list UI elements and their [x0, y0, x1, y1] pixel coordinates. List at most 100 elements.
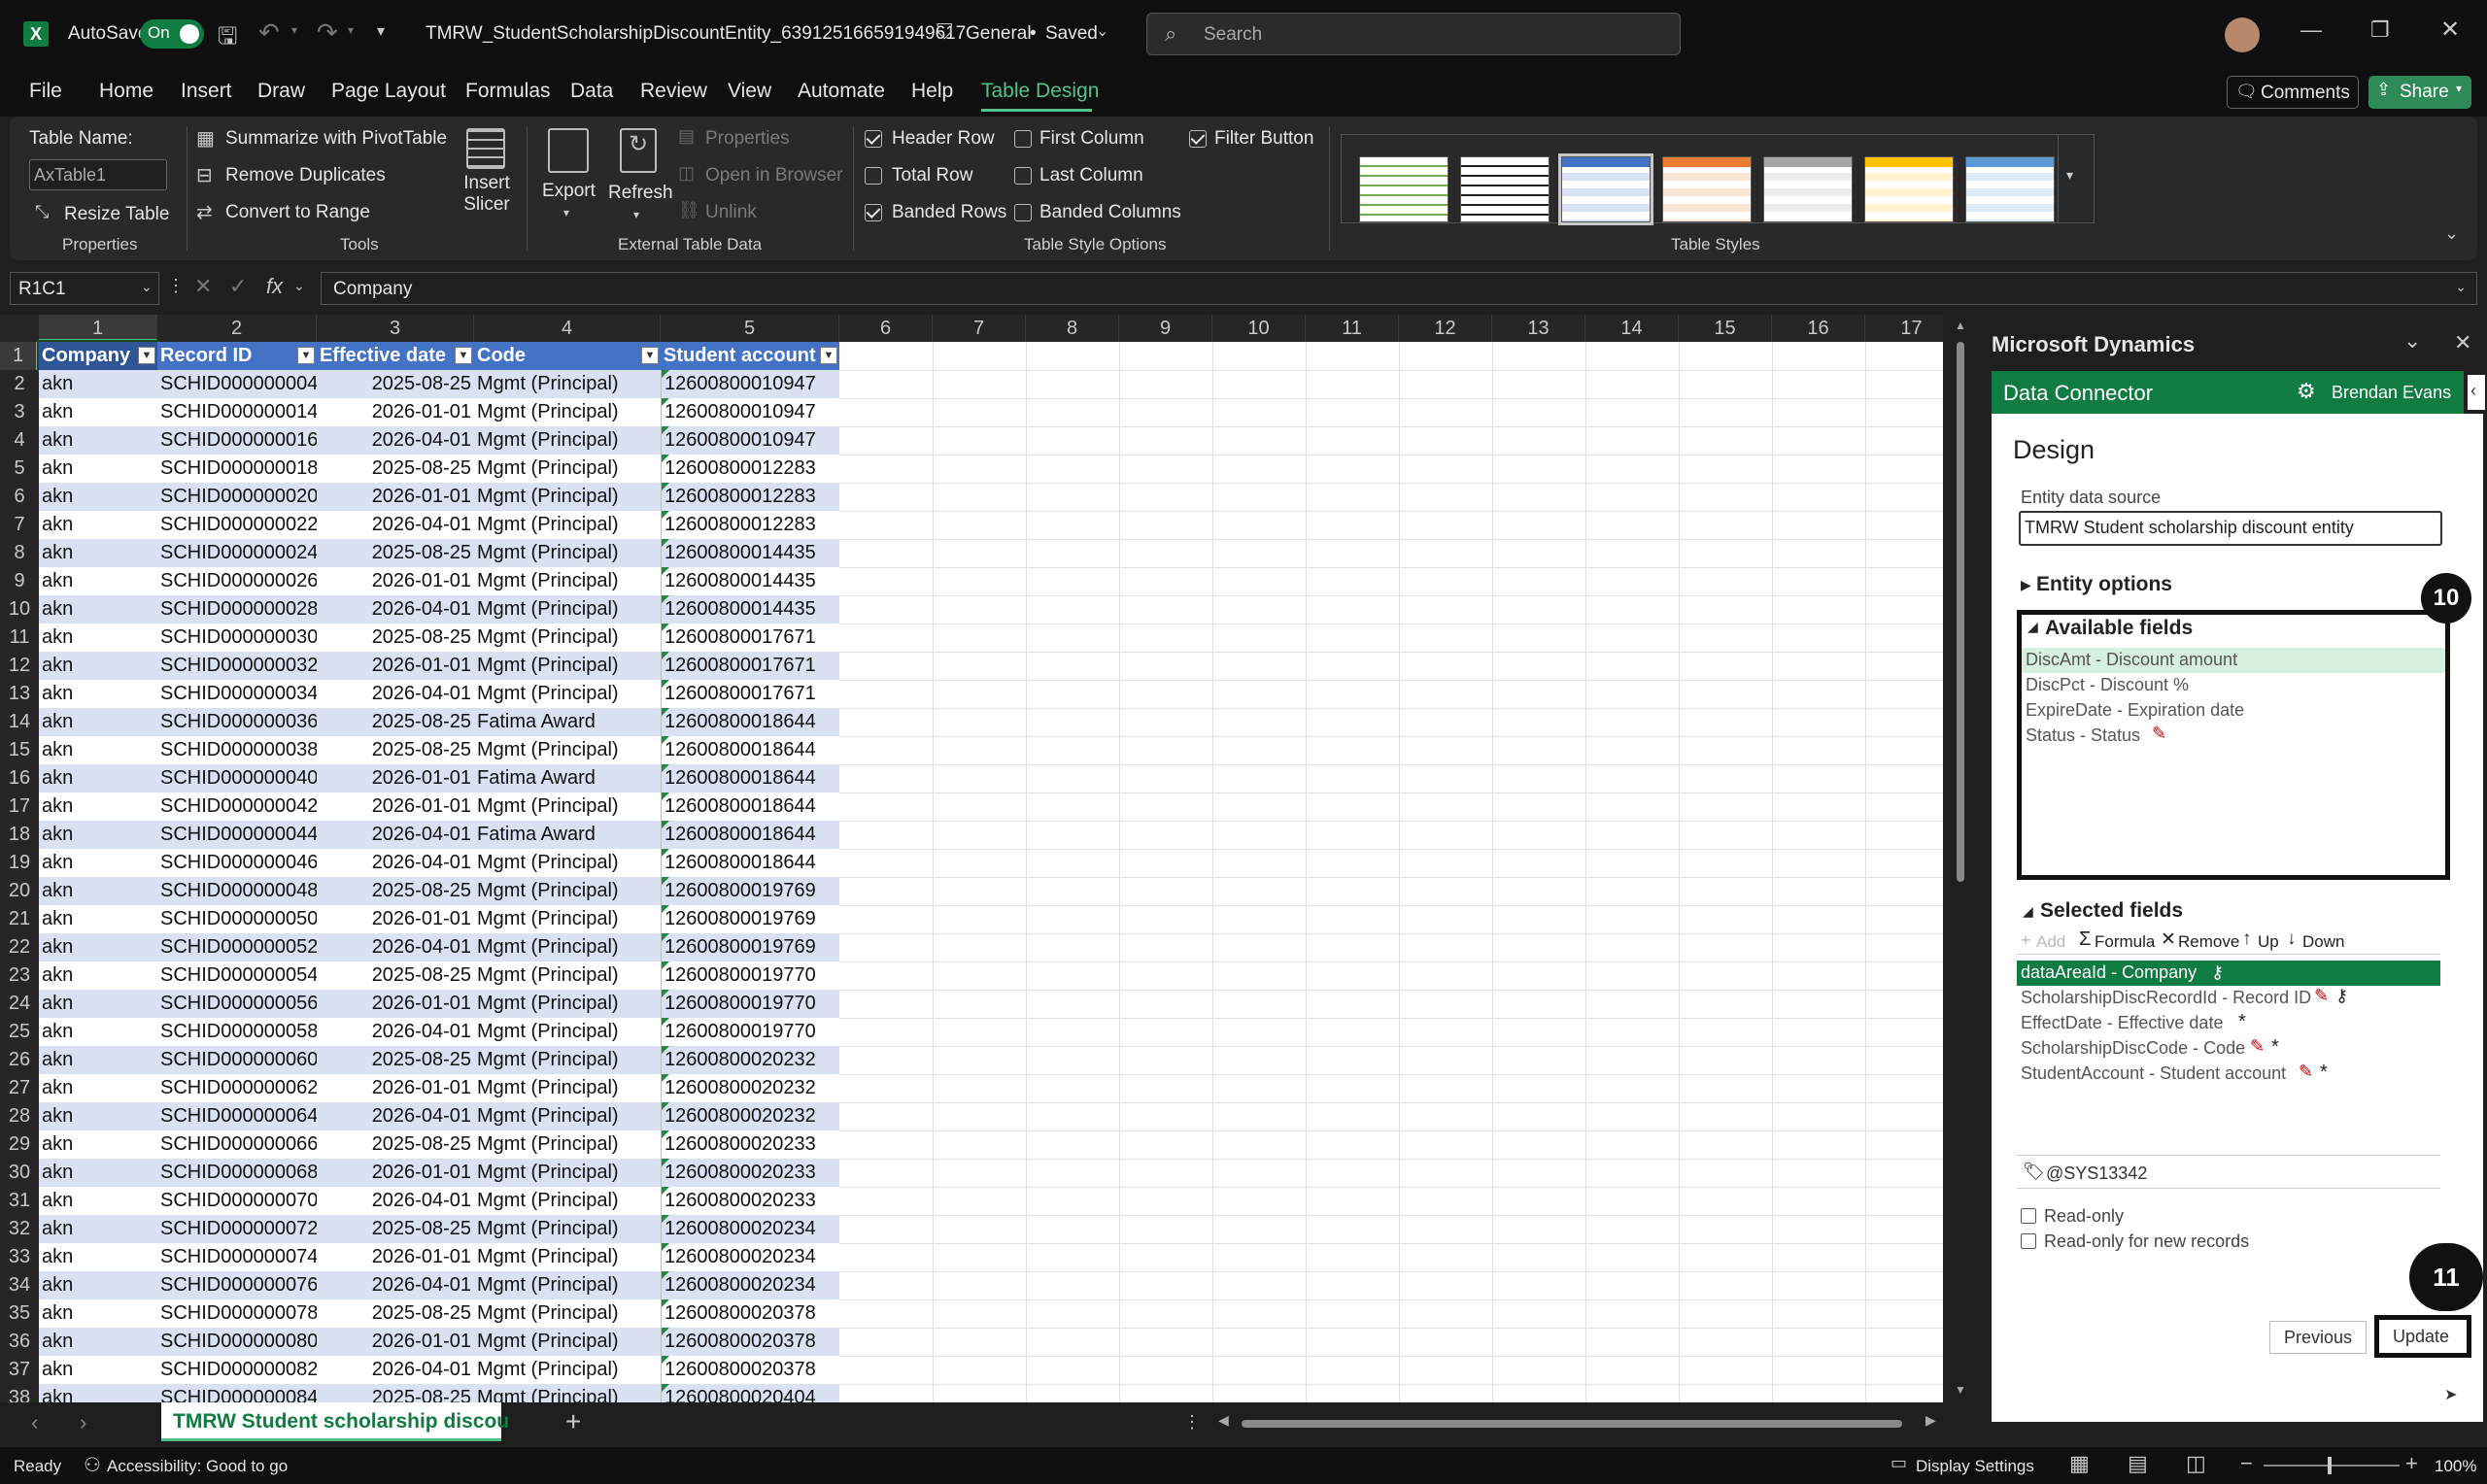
error-indicator-icon[interactable] — [662, 1384, 669, 1392]
error-indicator-icon[interactable] — [662, 680, 669, 688]
row-header[interactable]: 31 — [0, 1187, 39, 1215]
row-header[interactable]: 30 — [0, 1159, 39, 1187]
table-cell[interactable]: Mgmt (Principal) — [474, 455, 661, 483]
column-header[interactable]: 2 — [157, 315, 317, 342]
table-cell[interactable]: 2025-08-25 — [317, 708, 474, 736]
row-header[interactable]: 10 — [0, 595, 39, 624]
error-indicator-icon[interactable] — [662, 1159, 669, 1166]
available-field[interactable]: Status - Status — [2026, 725, 2140, 746]
table-cell[interactable]: Mgmt (Principal) — [474, 793, 661, 821]
table-cell[interactable]: 2026-01-01 — [317, 483, 474, 511]
row-header[interactable]: 14 — [0, 708, 39, 736]
table-cell[interactable]: 12600800020404 — [661, 1384, 839, 1402]
scroll-right-icon[interactable]: ▶ — [1925, 1412, 1936, 1429]
table-cell[interactable]: SCHID000000028 — [157, 595, 317, 624]
table-cell[interactable]: Mgmt (Principal) — [474, 1159, 661, 1187]
menu-review[interactable]: Review — [640, 80, 707, 103]
column-header[interactable]: 10 — [1212, 315, 1306, 342]
collapse-ribbon-icon[interactable]: ⌄ — [2444, 223, 2459, 244]
table-cell[interactable]: Fatima Award — [474, 708, 661, 736]
table-cell[interactable]: akn — [39, 595, 157, 624]
error-indicator-icon[interactable] — [662, 1130, 669, 1138]
table-cell[interactable]: akn — [39, 877, 157, 905]
table-cell[interactable]: 12600800020233 — [661, 1159, 839, 1187]
table-cell[interactable]: akn — [39, 455, 157, 483]
row-header[interactable]: 3 — [0, 398, 39, 426]
table-cell[interactable]: Mgmt (Principal) — [474, 483, 661, 511]
menu-view[interactable]: View — [728, 80, 771, 103]
move-up-button[interactable]: Up — [2258, 932, 2279, 952]
scroll-up-icon[interactable]: ▲ — [1955, 319, 1966, 332]
table-cell[interactable]: SCHID000000054 — [157, 961, 317, 990]
table-cell[interactable]: 2025-08-25 — [317, 1046, 474, 1074]
search-box[interactable]: ⌕ Search — [1146, 13, 1681, 55]
table-cell[interactable]: 2025-08-25 — [317, 539, 474, 567]
error-indicator-icon[interactable] — [662, 1046, 669, 1054]
table-cell[interactable]: 2026-01-01 — [317, 567, 474, 595]
column-header[interactable]: 16 — [1772, 315, 1865, 342]
row-header[interactable]: 6 — [0, 483, 39, 511]
column-header[interactable]: 11 — [1306, 315, 1399, 342]
table-cell[interactable]: 2026-04-01 — [317, 1102, 474, 1130]
error-indicator-icon[interactable] — [662, 624, 669, 631]
undo-dropdown-icon[interactable]: ▾ — [291, 23, 297, 37]
column-header[interactable]: 17 — [1865, 315, 1943, 342]
triangle-down-icon[interactable]: ◢ — [2027, 619, 2038, 635]
table-cell[interactable]: 2025-08-25 — [317, 624, 474, 652]
row-header[interactable]: 26 — [0, 1046, 39, 1074]
menu-file[interactable]: File — [29, 80, 62, 103]
table-cell[interactable]: 12600800012283 — [661, 455, 839, 483]
table-cell[interactable]: 12600800010947 — [661, 426, 839, 455]
table-cell[interactable]: 2025-08-25 — [317, 1130, 474, 1159]
table-cell[interactable]: 2026-01-01 — [317, 1074, 474, 1102]
table-cell[interactable]: SCHID000000044 — [157, 821, 317, 849]
tab-splitter-icon[interactable]: ⋮ — [1183, 1412, 1201, 1433]
table-cell[interactable]: Mgmt (Principal) — [474, 370, 661, 398]
comments-button[interactable]: 🗨 Comments — [2227, 76, 2359, 109]
gallery-more-button[interactable]: ▾ — [2058, 134, 2087, 223]
table-cell[interactable]: akn — [39, 961, 157, 990]
table-cell[interactable]: SCHID000000072 — [157, 1215, 317, 1243]
row-header[interactable]: 20 — [0, 877, 39, 905]
open-in-browser-button[interactable]: Open in Browser — [705, 165, 843, 186]
table-cell[interactable]: 12600800019769 — [661, 905, 839, 933]
table-header-cell[interactable]: Company ▼ — [37, 340, 159, 372]
table-cell[interactable]: 12600800018644 — [661, 793, 839, 821]
table-cell[interactable]: 12600800018644 — [661, 849, 839, 877]
total-row-checkbox[interactable] — [865, 167, 882, 185]
table-cell[interactable]: akn — [39, 933, 157, 961]
row-header[interactable]: 24 — [0, 990, 39, 1018]
error-indicator-icon[interactable] — [662, 1243, 669, 1251]
horizontal-scrollbar[interactable]: ◀ ▶ — [1218, 1412, 1943, 1433]
column-header[interactable]: 5 — [661, 315, 839, 342]
table-cell[interactable]: Fatima Award — [474, 764, 661, 793]
table-cell[interactable]: akn — [39, 1159, 157, 1187]
column-header[interactable]: 1 — [39, 315, 157, 342]
table-cell[interactable]: 2026-04-01 — [317, 1356, 474, 1384]
table-cell[interactable]: Mgmt (Principal) — [474, 652, 661, 680]
table-style-green[interactable] — [1359, 156, 1448, 222]
table-cell[interactable]: akn — [39, 1102, 157, 1130]
column-header[interactable]: 4 — [474, 315, 661, 342]
table-cell[interactable]: Mgmt (Principal) — [474, 1215, 661, 1243]
table-style-blue-selected[interactable] — [1558, 153, 1653, 225]
remove-button[interactable]: Remove — [2178, 932, 2239, 952]
table-cell[interactable]: 2026-04-01 — [317, 511, 474, 539]
table-cell[interactable]: Mgmt (Principal) — [474, 1018, 661, 1046]
table-cell[interactable]: SCHID000000050 — [157, 905, 317, 933]
table-cell[interactable]: Mgmt (Principal) — [474, 1046, 661, 1074]
row-header[interactable]: 23 — [0, 961, 39, 990]
table-cell[interactable]: SCHID000000076 — [157, 1271, 317, 1299]
menu-page-layout[interactable]: Page Layout — [331, 80, 446, 103]
zoom-slider[interactable] — [2264, 1457, 2400, 1474]
column-header[interactable]: 14 — [1585, 315, 1679, 342]
table-cell[interactable]: akn — [39, 539, 157, 567]
table-cell[interactable]: 2026-01-01 — [317, 1328, 474, 1356]
table-cell[interactable]: SCHID000000082 — [157, 1356, 317, 1384]
triangle-down-icon[interactable]: ◢ — [2023, 903, 2033, 920]
save-state[interactable]: Saved — [1045, 23, 1098, 45]
table-cell[interactable]: Mgmt (Principal) — [474, 595, 661, 624]
table-cell[interactable]: Mgmt (Principal) — [474, 933, 661, 961]
table-cell[interactable]: Mgmt (Principal) — [474, 905, 661, 933]
table-cell[interactable]: SCHID000000080 — [157, 1328, 317, 1356]
